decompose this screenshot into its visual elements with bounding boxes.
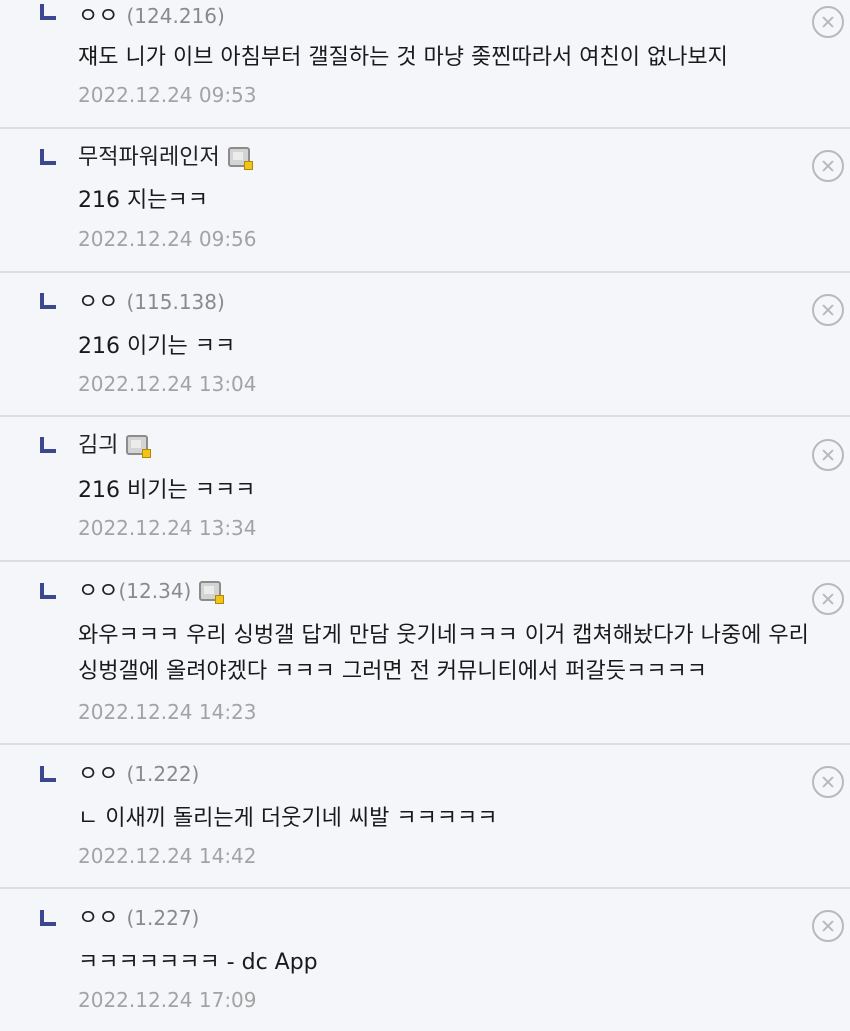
reply-arrow-icon [40,4,56,20]
comment-item: 무적파워레인저 216 지는ㅋㅋ 2022.12.24 09:56 [0,129,850,273]
delete-comment-button[interactable] [812,150,844,182]
comment-item: ㅇㅇ (1.227) ㅋㅋㅋㅋㅋㅋㅋ - dc App 2022.12.24 17… [0,889,850,1031]
comment-header: 무적파워레인저 [78,142,253,174]
comment-date: 2022.12.24 17:09 [78,988,257,1012]
delete-comment-button[interactable] [812,294,844,326]
delete-comment-button[interactable] [812,766,844,798]
reply-arrow-icon [40,149,56,165]
comment-ip: (1.222) [126,762,200,786]
delete-comment-button[interactable] [812,6,844,38]
gallog-icon[interactable] [126,435,152,458]
delete-comment-button[interactable] [812,583,844,615]
comment-item: ㅇㅇ(12.34) 와우ㅋㅋㅋ 우리 싱벙갤 답게 만담 웃기네ㅋㅋㅋ 이거 캡… [0,562,850,745]
comment-text: 216 지는ㅋㅋ [78,188,208,213]
comment-date: 2022.12.24 13:04 [78,372,257,396]
comment-text: 쟤도 니가 이브 아침부터 갤질하는 것 마냥 좆찐따라서 여친이 없나보지 [78,45,728,70]
delete-comment-button[interactable] [812,910,844,942]
comment-author[interactable]: ㅇㅇ [78,906,118,931]
comment-text: 216 비기는 ㅋㅋㅋ [78,478,256,503]
comment-header: ㅇㅇ(12.34) [78,575,225,607]
reply-arrow-icon [40,766,56,782]
comment-date: 2022.12.24 13:34 [78,516,257,540]
comment-header: ㅇㅇ (124.216) [78,0,225,32]
reply-arrow-icon [40,293,56,309]
comment-ip: (1.227) [126,906,200,930]
reply-arrow-icon [40,437,56,453]
gallog-icon[interactable] [199,581,225,604]
comment-ip: (124.216) [126,4,225,28]
comment-item: ㅇㅇ (1.222) ㄴ 이새끼 돌리는게 더웃기네 씨발 ㅋㅋㅋㅋㅋ 2022.… [0,745,850,889]
comment-author[interactable]: ㅇㅇ [78,4,118,29]
comment-header: 김긔 [78,430,152,462]
comment-ip: (115.138) [126,290,225,314]
comment-author[interactable]: 무적파워레인저 [78,145,220,170]
gallog-icon[interactable] [227,147,253,170]
comment-author[interactable]: ㅇㅇ [78,290,118,315]
comment-text: 와우ㅋㅋㅋ 우리 싱벙갤 답게 만담 웃기네ㅋㅋㅋ 이거 캡쳐해놨다가 나중에 … [78,623,809,684]
comment-author[interactable]: ㅇㅇ [78,579,118,604]
comment-author[interactable]: ㅇㅇ [78,762,118,787]
comment-text: 216 이기는 ㅋㅋ [78,334,236,359]
delete-comment-button[interactable] [812,439,844,471]
comment-text: ㅋㅋㅋㅋㅋㅋㅋ - dc App [78,950,318,975]
comment-item: 김긔 216 비기는 ㅋㅋㅋ 2022.12.24 13:34 [0,417,850,562]
comment-item: ㅇㅇ (124.216) 쟤도 니가 이브 아침부터 갤질하는 것 마냥 좆찐따라… [0,0,850,129]
comment-date: 2022.12.24 14:23 [78,700,257,724]
reply-arrow-icon [40,910,56,926]
comment-ip: (12.34) [118,579,192,603]
comment-author[interactable]: 김긔 [78,433,118,458]
comment-text: ㄴ 이새끼 돌리는게 더웃기네 씨발 ㅋㅋㅋㅋㅋ [78,806,498,831]
reply-arrow-icon [40,583,56,599]
comment-date: 2022.12.24 14:42 [78,844,257,868]
comment-header: ㅇㅇ (115.138) [78,286,225,318]
comment-header: ㅇㅇ (1.222) [78,758,199,790]
comment-item: ㅇㅇ (115.138) 216 이기는 ㅋㅋ 2022.12.24 13:04 [0,273,850,417]
comment-date: 2022.12.24 09:53 [78,83,257,107]
comment-date: 2022.12.24 09:56 [78,227,257,251]
comment-header: ㅇㅇ (1.227) [78,902,199,934]
